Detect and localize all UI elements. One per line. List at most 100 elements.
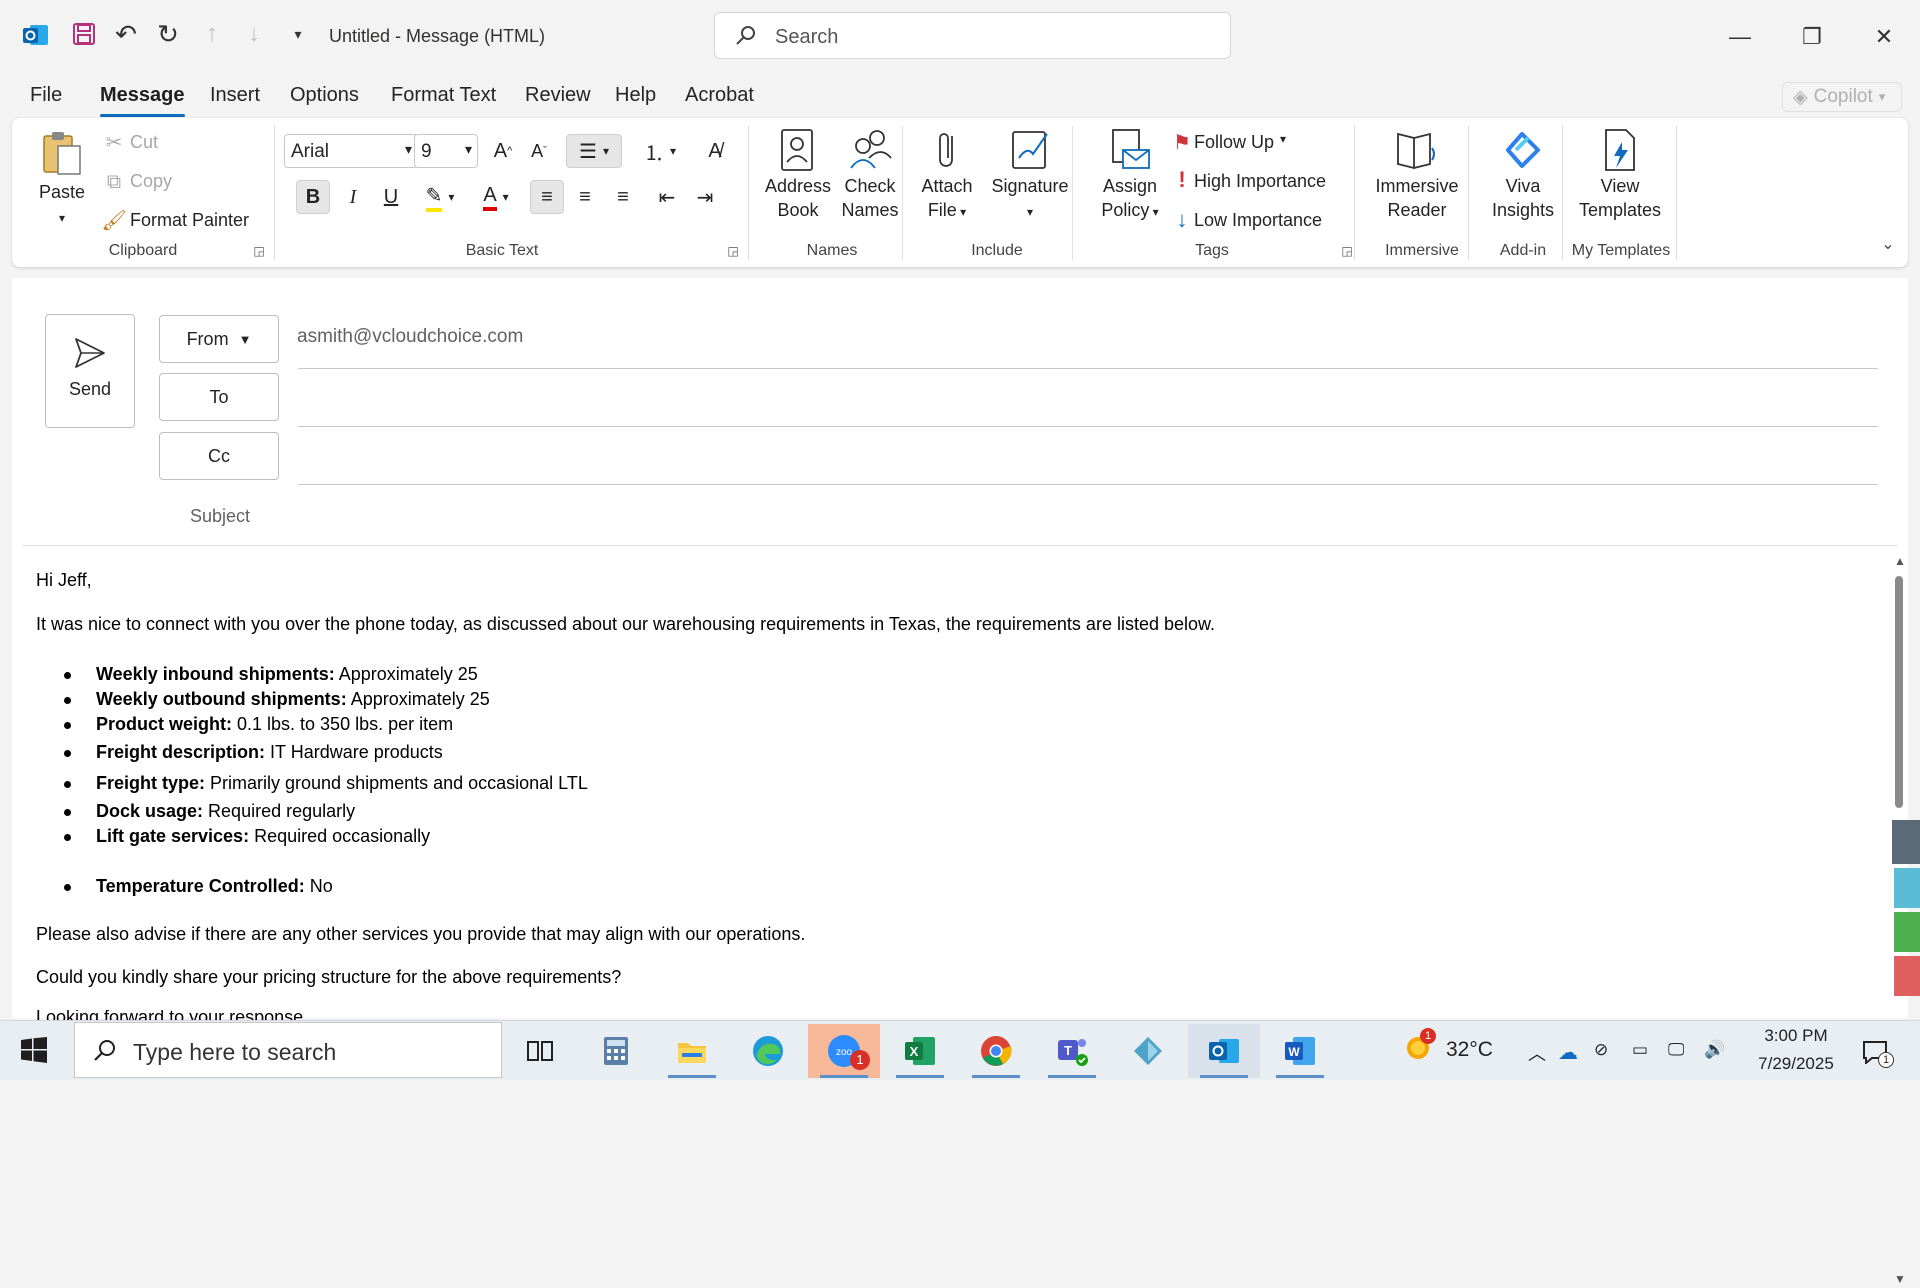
weather-icon[interactable]: 1 bbox=[1400, 1028, 1436, 1066]
to-button[interactable]: To bbox=[159, 373, 279, 421]
numbering-button[interactable]: ⒈ ▾ bbox=[632, 134, 688, 168]
minimize-button[interactable]: — bbox=[1720, 20, 1760, 54]
file-explorer-icon[interactable] bbox=[656, 1024, 728, 1078]
search-box[interactable]: Search bbox=[714, 12, 1231, 59]
taskbar-search[interactable]: Type here to search bbox=[74, 1022, 502, 1078]
notification-badge: 1 bbox=[1878, 1052, 1894, 1068]
cut-button[interactable]: Cut bbox=[130, 132, 158, 153]
notifications-icon[interactable]: 1 bbox=[1858, 1036, 1894, 1068]
high-importance-icon: ! bbox=[1178, 167, 1186, 192]
chrome-icon[interactable] bbox=[960, 1024, 1032, 1078]
customize-toolbar-icon[interactable]: ▾ bbox=[284, 20, 312, 48]
align-center-icon[interactable]: ≡ bbox=[568, 180, 602, 214]
high-importance-button[interactable]: High Importance bbox=[1194, 171, 1326, 192]
format-painter-button[interactable]: Format Painter bbox=[130, 210, 249, 231]
check-names-button[interactable]: Check Names bbox=[828, 128, 912, 222]
from-button[interactable]: From ▼ bbox=[159, 315, 279, 363]
scroll-up-icon[interactable]: ▲ bbox=[1894, 554, 1906, 568]
dialog-launcher-icon[interactable]: ◲ bbox=[1340, 244, 1354, 258]
tab-review[interactable]: Review bbox=[525, 84, 591, 107]
task-view-icon[interactable] bbox=[504, 1024, 576, 1078]
font-name-select[interactable]: Arial ▾ bbox=[284, 134, 418, 168]
teams-icon[interactable]: T bbox=[1036, 1024, 1108, 1078]
underline-button[interactable]: U bbox=[374, 180, 408, 214]
bold-button[interactable]: B bbox=[296, 180, 330, 214]
display-icon[interactable]: 🖵 bbox=[1668, 1040, 1684, 1060]
tab-options[interactable]: Options bbox=[290, 84, 359, 107]
tab-format-text[interactable]: Format Text bbox=[391, 84, 496, 107]
address-book-label-1: Address bbox=[764, 176, 832, 196]
assign-policy-label-2: Policy bbox=[1101, 200, 1150, 220]
outlook-taskbar-icon[interactable] bbox=[1188, 1024, 1260, 1078]
tab-help[interactable]: Help bbox=[615, 84, 656, 107]
send-button[interactable]: Send bbox=[45, 314, 135, 428]
scroll-down-icon[interactable]: ▼ bbox=[1894, 1272, 1906, 1286]
immersive-reader-button[interactable]: Immersive Reader bbox=[1362, 128, 1472, 222]
copilot-button[interactable]: ◈ Copilot ▾ bbox=[1782, 82, 1902, 112]
separator bbox=[902, 126, 903, 260]
clock-date[interactable]: 7/29/2025 bbox=[1746, 1054, 1846, 1074]
align-left-icon[interactable]: ≡ bbox=[530, 180, 564, 214]
cc-field[interactable] bbox=[298, 434, 1878, 480]
word-icon[interactable]: W bbox=[1264, 1024, 1336, 1078]
windows-start-icon[interactable] bbox=[14, 1034, 54, 1066]
close-button[interactable]: ✕ bbox=[1864, 20, 1904, 54]
font-size-select[interactable]: 9 ▾ bbox=[414, 134, 478, 168]
tab-message[interactable]: Message bbox=[100, 84, 185, 117]
clock-time[interactable]: 3:00 PM bbox=[1756, 1026, 1836, 1046]
scrollbar-thumb[interactable] bbox=[1895, 576, 1903, 808]
tab-insert[interactable]: Insert bbox=[210, 84, 260, 107]
viva-insights-button[interactable]: Viva Insights bbox=[1478, 128, 1568, 222]
save-icon[interactable] bbox=[68, 18, 100, 50]
tab-acrobat[interactable]: Acrobat bbox=[685, 84, 754, 107]
taskbar-search-placeholder: Type here to search bbox=[133, 1039, 337, 1065]
ribbon-collapse-icon[interactable]: ⌄ bbox=[1878, 234, 1898, 254]
show-hidden-icons-icon[interactable]: ︿ bbox=[1528, 1040, 1546, 1066]
onedrive-icon[interactable]: ☁ bbox=[1558, 1040, 1578, 1065]
edge-browser-icon[interactable] bbox=[732, 1024, 804, 1078]
calculator-icon[interactable] bbox=[580, 1024, 652, 1078]
battery-icon[interactable]: ▭ bbox=[1632, 1040, 1648, 1060]
follow-up-button[interactable]: Follow Up bbox=[1194, 132, 1274, 153]
increase-indent-icon[interactable]: ⇥ bbox=[688, 180, 722, 214]
arrow-down-icon[interactable]: ↓ bbox=[238, 18, 270, 50]
dialog-launcher-icon[interactable]: ◲ bbox=[252, 244, 266, 258]
chevron-down-icon: ▾ bbox=[956, 205, 967, 219]
font-color-button[interactable]: A ▾ bbox=[472, 180, 520, 214]
side-tab[interactable] bbox=[1892, 820, 1920, 864]
volume-icon[interactable]: 🔊 bbox=[1704, 1040, 1725, 1060]
side-tab[interactable] bbox=[1894, 956, 1920, 996]
to-field[interactable] bbox=[298, 376, 1878, 422]
side-tab[interactable] bbox=[1894, 868, 1920, 908]
copy-button[interactable]: Copy bbox=[130, 171, 172, 192]
shrink-font-icon[interactable]: Aˇ bbox=[522, 134, 556, 168]
italic-button[interactable]: I bbox=[336, 180, 370, 214]
redo-icon[interactable]: ↻ bbox=[152, 18, 184, 50]
low-importance-button[interactable]: Low Importance bbox=[1194, 210, 1322, 231]
decrease-indent-icon[interactable]: ⇤ bbox=[650, 180, 684, 214]
subject-field[interactable] bbox=[298, 492, 1878, 538]
window-title: Untitled - Message (HTML) bbox=[329, 26, 546, 46]
assign-policy-button[interactable]: Assign Policy ▾ bbox=[1082, 128, 1178, 224]
arrow-up-icon[interactable]: ↑ bbox=[196, 18, 228, 50]
bullets-button[interactable]: ☰ ▾ bbox=[566, 134, 622, 168]
zoom-app-icon[interactable]: zoo 1 bbox=[808, 1024, 880, 1078]
align-right-icon[interactable]: ≡ bbox=[606, 180, 640, 214]
app-diamond-icon[interactable] bbox=[1112, 1024, 1184, 1078]
excel-icon[interactable]: X bbox=[884, 1024, 956, 1078]
copy-icon: ⧉ bbox=[106, 170, 122, 193]
paste-button[interactable]: Paste ▾ bbox=[32, 130, 92, 230]
clear-formatting-icon[interactable]: A̸ bbox=[698, 134, 732, 168]
tab-file[interactable]: File bbox=[30, 84, 62, 107]
grow-font-icon[interactable]: A ^ bbox=[486, 134, 520, 168]
attach-file-button[interactable]: Attach File ▾ bbox=[912, 128, 982, 224]
signature-button[interactable]: Signature ▾ bbox=[980, 128, 1080, 224]
cc-button[interactable]: Cc bbox=[159, 432, 279, 480]
side-tab[interactable] bbox=[1894, 912, 1920, 952]
dialog-launcher-icon[interactable]: ◲ bbox=[726, 244, 740, 258]
undo-icon[interactable]: ↶ bbox=[110, 18, 142, 50]
restore-button[interactable]: ❐ bbox=[1792, 20, 1832, 54]
highlight-button[interactable]: ✎ ▾ bbox=[416, 180, 464, 214]
view-templates-button[interactable]: View Templates bbox=[1572, 128, 1668, 222]
network-status-icon[interactable]: ⊘ bbox=[1594, 1040, 1608, 1060]
